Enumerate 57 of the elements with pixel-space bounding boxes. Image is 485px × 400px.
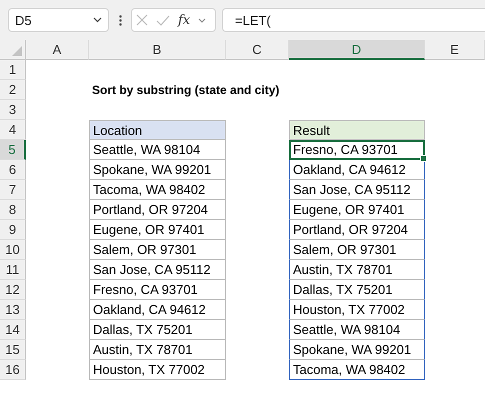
row-header[interactable]: 12	[0, 280, 26, 300]
column-heading: Location	[89, 120, 226, 140]
column-header[interactable]: A	[26, 40, 89, 60]
row-header[interactable]: 14	[0, 320, 26, 340]
fill-handle[interactable]	[420, 155, 427, 162]
table-cell[interactable]: Seattle, WA 98104	[89, 140, 226, 160]
row-header[interactable]: 15	[0, 340, 26, 360]
table-cell[interactable]: Spokane, WA 99201	[89, 160, 226, 180]
formula-field[interactable]: =LET(	[222, 8, 485, 32]
table-cell[interactable]: Houston, TX 77002	[89, 360, 226, 380]
row-header[interactable]: 8	[0, 200, 26, 220]
column-header[interactable]: B	[89, 40, 226, 60]
more-icon[interactable]	[118, 14, 122, 26]
row-header[interactable]: 3	[0, 100, 26, 120]
caret-icon	[93, 17, 102, 23]
table-cell[interactable]: Salem, OR 97301	[289, 240, 425, 260]
table-cell[interactable]: Dallas, TX 75201	[89, 320, 226, 340]
table-cell[interactable]: San Jose, CA 95112	[289, 180, 425, 200]
row-header[interactable]: 16	[0, 360, 26, 380]
table-cell[interactable]: Fresno, CA 93701	[89, 280, 226, 300]
table-cell[interactable]: Oakland, CA 94612	[89, 300, 226, 320]
insert-function-button[interactable]: fx	[178, 12, 190, 28]
caret-icon[interactable]	[198, 18, 206, 22]
row-header[interactable]: 4	[0, 120, 26, 140]
table-cell[interactable]: Tacoma, WA 98402	[289, 360, 425, 380]
column-header[interactable]: E	[425, 40, 485, 60]
row-header[interactable]: 1	[0, 60, 26, 80]
row-header[interactable]: 5	[0, 140, 26, 160]
table-cell[interactable]: Austin, TX 78701	[89, 340, 226, 360]
row-header[interactable]: 9	[0, 220, 26, 240]
cancel-icon[interactable]	[136, 14, 148, 26]
table-cell[interactable]: Tacoma, WA 98402	[89, 180, 226, 200]
table-cell[interactable]: Austin, TX 78701	[289, 260, 425, 280]
row-header[interactable]: 11	[0, 260, 26, 280]
table-cell[interactable]: Oakland, CA 94612	[289, 160, 425, 180]
row-header[interactable]: 2	[0, 80, 26, 100]
sheet-title: Sort by substring (state and city)	[91, 82, 280, 99]
row-header[interactable]: 10	[0, 240, 26, 260]
name-box[interactable]: D5	[8, 8, 109, 32]
row-header[interactable]: 7	[0, 180, 26, 200]
row-header[interactable]: 13	[0, 300, 26, 320]
table-cell[interactable]: Houston, TX 77002	[289, 300, 425, 320]
table-cell[interactable]: Salem, OR 97301	[89, 240, 226, 260]
table-cell[interactable]: Dallas, TX 75201	[289, 280, 425, 300]
table-cell[interactable]: Seattle, WA 98104	[289, 320, 425, 340]
table-cell[interactable]: Portland, OR 97204	[89, 200, 226, 220]
table-cell[interactable]: San Jose, CA 95112	[89, 260, 226, 280]
table-cell[interactable]: Portland, OR 97204	[289, 220, 425, 240]
table-cell[interactable]: Eugene, OR 97401	[89, 220, 226, 240]
column-header[interactable]: C	[226, 40, 289, 60]
column-heading: Result	[289, 120, 425, 140]
check-icon[interactable]	[156, 14, 170, 26]
table-cell[interactable]: Spokane, WA 99201	[289, 340, 425, 360]
table-cell[interactable]: Fresno, CA 93701	[289, 140, 425, 160]
table-cell[interactable]: Eugene, OR 97401	[289, 200, 425, 220]
column-header[interactable]: D	[289, 40, 425, 60]
row-header[interactable]: 6	[0, 160, 26, 180]
